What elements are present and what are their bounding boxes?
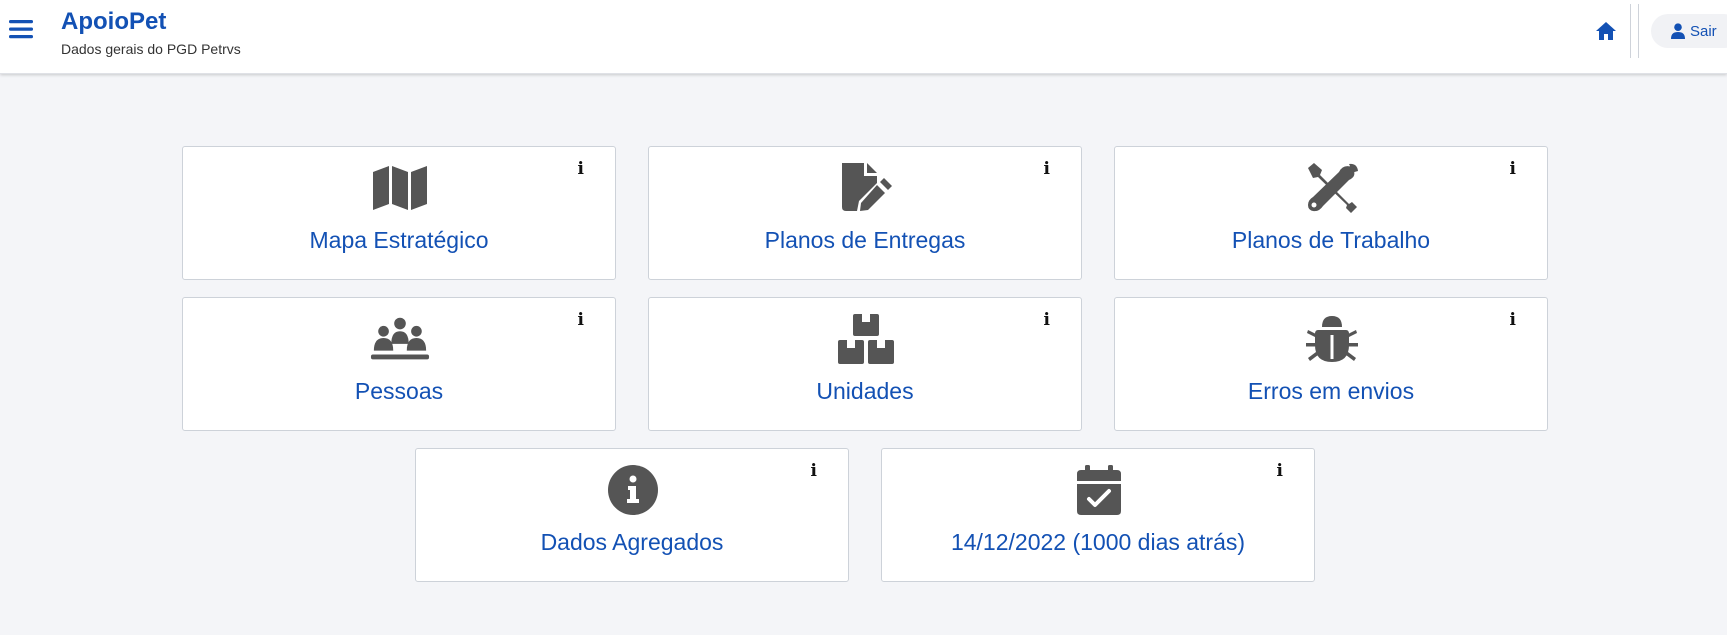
boxes-icon <box>836 312 896 366</box>
calendar-check-icon <box>1069 463 1129 517</box>
menu-button[interactable] <box>8 16 34 42</box>
card-title: Unidades <box>816 378 914 404</box>
card-planos-de-entregas[interactable]: Planos de Entregas i <box>648 146 1082 280</box>
app-title: ApoioPet <box>61 8 167 35</box>
info-icon[interactable]: i <box>578 310 584 330</box>
info-icon[interactable]: i <box>1510 310 1516 330</box>
logout-button[interactable]: Sair <box>1651 14 1727 48</box>
logout-label: Sair <box>1690 22 1717 40</box>
card-erros-em-envios[interactable]: Erros em envios i <box>1114 297 1548 431</box>
file-pen-icon <box>836 161 896 215</box>
card-unidades[interactable]: Unidades i <box>648 297 1082 431</box>
people-group-icon <box>370 312 430 366</box>
card-title: Mapa Estratégico <box>309 227 489 253</box>
header-divider <box>1630 4 1631 58</box>
home-icon <box>1596 22 1616 40</box>
info-icon[interactable]: i <box>1044 159 1050 179</box>
info-circle-icon <box>603 463 663 517</box>
card-title: Planos de Entregas <box>764 227 966 253</box>
app-subtitle: Dados gerais do PGD Petrvs <box>61 41 241 57</box>
info-icon[interactable]: i <box>578 159 584 179</box>
card-title: Pessoas <box>354 378 444 404</box>
user-icon <box>1671 23 1685 39</box>
card-pessoas[interactable]: Pessoas i <box>182 297 616 431</box>
card-data-atualizacao[interactable]: 14/12/2022 (1000 dias atrás) i <box>881 448 1315 582</box>
card-planos-de-trabalho[interactable]: Planos de Trabalho i <box>1114 146 1548 280</box>
card-dados-agregados[interactable]: Dados Agregados i <box>415 448 849 582</box>
map-icon <box>370 161 430 215</box>
info-icon[interactable]: i <box>1044 310 1050 330</box>
info-icon[interactable]: i <box>1510 159 1516 179</box>
bars-icon <box>9 20 33 39</box>
card-mapa-estrategico[interactable]: Mapa Estratégico i <box>182 146 616 280</box>
card-title: 14/12/2022 (1000 dias atrás) <box>950 529 1246 555</box>
tools-icon <box>1302 161 1362 215</box>
info-icon[interactable]: i <box>811 461 817 481</box>
home-button[interactable] <box>1594 19 1618 43</box>
bug-icon <box>1302 312 1362 366</box>
card-title: Planos de Trabalho <box>1231 227 1431 253</box>
top-header: ApoioPet Dados gerais do PGD Petrvs Sair <box>0 0 1727 74</box>
card-title: Dados Agregados <box>540 529 724 555</box>
info-icon[interactable]: i <box>1277 461 1283 481</box>
header-divider <box>1638 4 1639 58</box>
card-title: Erros em envios <box>1247 378 1415 404</box>
